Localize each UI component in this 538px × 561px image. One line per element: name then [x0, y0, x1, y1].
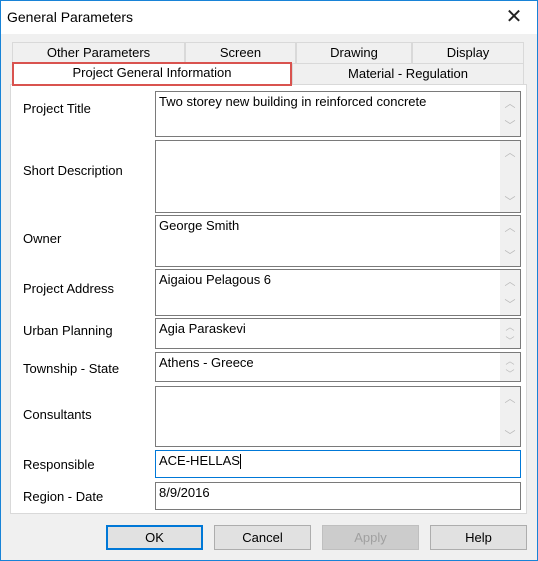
label-short-description: Short Description — [23, 163, 123, 178]
close-icon[interactable]: ✕ — [499, 5, 529, 29]
scrollbar[interactable]: ︿ ﹀ — [500, 319, 520, 348]
chevron-up-icon[interactable]: ︿ — [505, 95, 516, 111]
region-date-input[interactable]: 8/9/2016 — [155, 482, 521, 510]
field-value: Agia Paraskevi — [159, 321, 246, 336]
tab-display[interactable]: Display — [412, 42, 524, 63]
scrollbar[interactable]: ︿ ﹀ — [500, 270, 520, 315]
scrollbar[interactable]: ︿ ﹀ — [500, 353, 520, 381]
chevron-down-icon[interactable]: ﹀ — [505, 367, 514, 380]
text-cursor — [239, 454, 241, 470]
scrollbar[interactable]: ︿ ﹀ — [500, 92, 520, 136]
chevron-down-icon[interactable]: ﹀ — [505, 117, 516, 133]
tab-screen[interactable]: Screen — [185, 42, 296, 63]
short-description-input[interactable]: ︿ ﹀ — [155, 140, 521, 213]
scrollbar[interactable]: ︿ ﹀ — [500, 387, 520, 446]
chevron-down-icon[interactable]: ﹀ — [505, 427, 516, 443]
cancel-button[interactable]: Cancel — [214, 525, 311, 550]
chevron-up-icon[interactable]: ︿ — [505, 144, 516, 160]
label-project-title: Project Title — [23, 101, 91, 116]
chevron-up-icon[interactable]: ︿ — [505, 390, 516, 406]
field-value: George Smith — [159, 218, 240, 233]
title-bar: General Parameters ✕ — [1, 1, 537, 34]
township-state-input[interactable]: Athens - Greece ︿ ﹀ — [155, 352, 521, 382]
scrollbar[interactable]: ︿ ﹀ — [500, 216, 520, 266]
chevron-down-icon[interactable]: ﹀ — [505, 296, 516, 312]
label-owner: Owner — [23, 231, 62, 246]
scrollbar[interactable]: ︿ ﹀ — [500, 141, 520, 212]
field-value: 8/9/2016 — [159, 485, 210, 500]
label-region-date: Region - Date — [23, 489, 104, 504]
help-button[interactable]: Help — [430, 525, 527, 550]
chevron-up-icon[interactable]: ︿ — [505, 273, 516, 289]
ok-button[interactable]: OK — [106, 525, 203, 550]
responsible-input[interactable]: ACE-HELLAS — [155, 450, 521, 478]
chevron-down-icon[interactable]: ﹀ — [505, 193, 516, 209]
label-township-state: Township - State — [23, 361, 120, 376]
project-title-input[interactable]: Two storey new building in reinforced co… — [155, 91, 521, 137]
project-address-input[interactable]: Aigaiou Pelagous 6 ︿ ﹀ — [155, 269, 521, 316]
owner-input[interactable]: George Smith ︿ ﹀ — [155, 215, 521, 267]
tab-drawing[interactable]: Drawing — [296, 42, 412, 63]
field-value: Aigaiou Pelagous 6 — [159, 272, 272, 287]
window-title: General Parameters — [7, 9, 134, 25]
label-project-address: Project Address — [23, 281, 115, 296]
field-value: Two storey new building in reinforced co… — [159, 94, 427, 109]
apply-button[interactable]: Apply — [322, 525, 419, 550]
chevron-up-icon[interactable]: ︿ — [505, 320, 514, 333]
label-responsible: Responsible — [23, 457, 95, 472]
chevron-down-icon[interactable]: ﹀ — [505, 247, 516, 263]
tab-project-general-information[interactable]: Project General Information — [12, 62, 292, 86]
chevron-up-icon[interactable]: ︿ — [505, 219, 516, 235]
field-value: ACE-HELLAS — [159, 453, 240, 468]
label-urban-planning: Urban Planning — [23, 323, 113, 338]
tab-material-regulation[interactable]: Material - Regulation — [292, 63, 524, 84]
urban-planning-input[interactable]: Agia Paraskevi ︿ ﹀ — [155, 318, 521, 349]
consultants-input[interactable]: ︿ ﹀ — [155, 386, 521, 447]
chevron-down-icon[interactable]: ﹀ — [505, 334, 514, 347]
tab-other-parameters[interactable]: Other Parameters — [12, 42, 185, 63]
field-value: Athens - Greece — [159, 355, 254, 370]
chevron-up-icon[interactable]: ︿ — [505, 354, 514, 367]
label-consultants: Consultants — [23, 407, 92, 422]
